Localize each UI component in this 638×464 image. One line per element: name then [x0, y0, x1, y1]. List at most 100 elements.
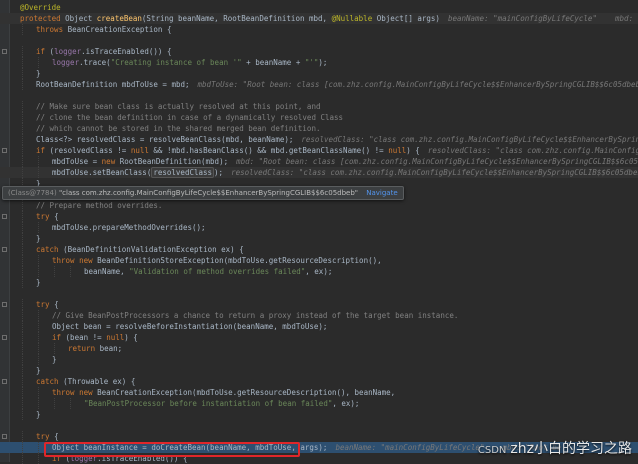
watermark: CSDN zhz小白的学习之路 [478, 438, 632, 458]
indent-guide [38, 167, 39, 178]
indent-guide [22, 409, 23, 420]
code-editor[interactable]: @Override protected Object createBean(Str… [0, 0, 638, 464]
code-line[interactable]: catch (Throwable ex) { [0, 376, 638, 387]
code-text: Object bean = resolveBeforeInstantiation… [52, 321, 327, 332]
code-line[interactable] [0, 420, 638, 431]
code-line[interactable]: protected Object createBean(String beanN… [0, 13, 638, 24]
code-line[interactable]: catch (BeanDefinitionValidationException… [0, 244, 638, 255]
code-token: throws [36, 25, 68, 34]
code-token: ) { [124, 333, 138, 342]
indent-guide [38, 332, 39, 343]
code-line[interactable]: // Prepare method overrides. [0, 200, 638, 211]
debug-value-tooltip[interactable]: (Class@7784) "class com.zhz.config.MainC… [2, 186, 404, 200]
indent-guide [22, 321, 23, 332]
code-token: , ex); [305, 267, 333, 276]
code-token: } [36, 410, 41, 419]
code-text: if (bean != null) { [52, 332, 138, 343]
indent-guide [22, 24, 23, 35]
code-token: RootBeanDefinition mbdToUse = mbd; [36, 80, 190, 89]
code-line[interactable]: if (logger.isTraceEnabled()) { [0, 46, 638, 57]
code-token: protected [20, 14, 66, 23]
indent-guide [22, 211, 23, 222]
indent-guide [22, 299, 23, 310]
code-token: new [101, 157, 120, 166]
code-line[interactable]: } [0, 409, 638, 420]
code-line[interactable]: try { [0, 211, 638, 222]
code-token: } [36, 69, 41, 78]
code-text: // Prepare method overrides. [36, 200, 162, 211]
indent-guide [22, 453, 23, 464]
indent-guide [22, 123, 23, 134]
code-token: "BeanPostProcessor before instantiation … [84, 399, 333, 408]
code-line[interactable]: // Make sure bean class is actually reso… [0, 101, 638, 112]
indent-guide [38, 321, 39, 332]
code-line[interactable]: return bean; [0, 343, 638, 354]
code-token: bean; [99, 344, 123, 353]
code-line[interactable]: throw new BeanDefinitionStoreException(m… [0, 255, 638, 266]
indent-guide [22, 79, 23, 90]
code-line[interactable]: mbdToUse.setBeanClass(resolvedClass); res… [0, 167, 638, 178]
code-line[interactable]: } [0, 233, 638, 244]
code-token: { [54, 432, 59, 441]
code-line[interactable]: mbdToUse = new RootBeanDefinition(mbd); m… [0, 156, 638, 167]
code-line[interactable] [0, 35, 638, 46]
code-line[interactable]: // clone the bean definition in case of … [0, 112, 638, 123]
code-line[interactable]: } [0, 354, 638, 365]
code-line[interactable]: beanName, "Validation of method override… [0, 266, 638, 277]
code-line[interactable] [0, 288, 638, 299]
code-line[interactable]: Object bean = resolveBeforeInstantiation… [0, 321, 638, 332]
code-token: if [52, 333, 66, 342]
code-text: throws BeanCreationException { [36, 24, 171, 35]
indent-guide [22, 277, 23, 288]
code-token: ); [214, 168, 224, 177]
code-text: // clone the bean definition in case of … [36, 112, 343, 123]
code-token: beanName, [84, 267, 130, 276]
code-line[interactable]: throws BeanCreationException { [0, 24, 638, 35]
code-line[interactable]: } [0, 68, 638, 79]
code-line[interactable]: Class<?> resolvedClass = resolveBeanClas… [0, 134, 638, 145]
code-text: } [36, 365, 41, 376]
code-text: Class<?> resolvedClass = resolveBeanClas… [36, 134, 638, 145]
indent-guide [22, 365, 23, 376]
code-line[interactable]: @Override [0, 2, 638, 13]
indent-guide [22, 167, 23, 178]
code-text: } [36, 409, 41, 420]
code-token: @Nullable [331, 14, 377, 23]
code-line[interactable]: if (bean != null) { [0, 332, 638, 343]
indent-guide [54, 398, 55, 409]
tooltip-navigate-link[interactable]: Navigate [366, 189, 397, 197]
code-line[interactable]: } [0, 277, 638, 288]
code-token: mbdToUse = [52, 157, 102, 166]
inline-debug-hint: mbd: "Root bean: class [com.zhz.config.M… [236, 157, 638, 166]
code-line[interactable] [0, 90, 638, 101]
code-token: "Validation of method overrides failed" [129, 267, 306, 276]
code-token: createBean [96, 14, 142, 23]
indent-guide [54, 343, 55, 354]
indent-guide [38, 255, 39, 266]
code-token: .trace( [79, 58, 111, 67]
indent-guide [22, 233, 23, 244]
code-line[interactable]: try { [0, 299, 638, 310]
code-token: "'" [304, 58, 319, 67]
code-line[interactable]: "BeanPostProcessor before instantiation … [0, 398, 638, 409]
code-line[interactable]: // which cannot be stored in the shared … [0, 123, 638, 134]
code-line[interactable]: } [0, 365, 638, 376]
code-text: catch (BeanDefinitionValidationException… [36, 244, 244, 255]
code-line[interactable]: RootBeanDefinition mbdToUse = mbd; mbdToU… [0, 79, 638, 90]
code-token: { [54, 300, 59, 309]
code-token: } [36, 366, 41, 375]
code-token: Object bean = resolveBeforeInstantiation… [52, 322, 328, 331]
indent-guide [22, 398, 23, 409]
code-text: return bean; [68, 343, 122, 354]
code-token: Class<?> resolvedClass = resolveBeanClas… [36, 135, 294, 144]
indent-guide [22, 145, 23, 156]
code-line[interactable]: mbdToUse.prepareMethodOverrides(); [0, 222, 638, 233]
code-line[interactable]: throw new BeanCreationException(mbdToUse… [0, 387, 638, 398]
indent-guide [70, 266, 71, 277]
code-line[interactable]: // Give BeanPostProcessors a chance to r… [0, 310, 638, 321]
code-token: try [36, 212, 55, 221]
code-line[interactable]: if (resolvedClass != null && !mbd.hasBea… [0, 145, 638, 156]
code-line[interactable]: logger.trace("Creating instance of bean … [0, 57, 638, 68]
code-token: // Make sure bean class is actually reso… [36, 102, 321, 111]
code-token: catch [36, 377, 64, 386]
